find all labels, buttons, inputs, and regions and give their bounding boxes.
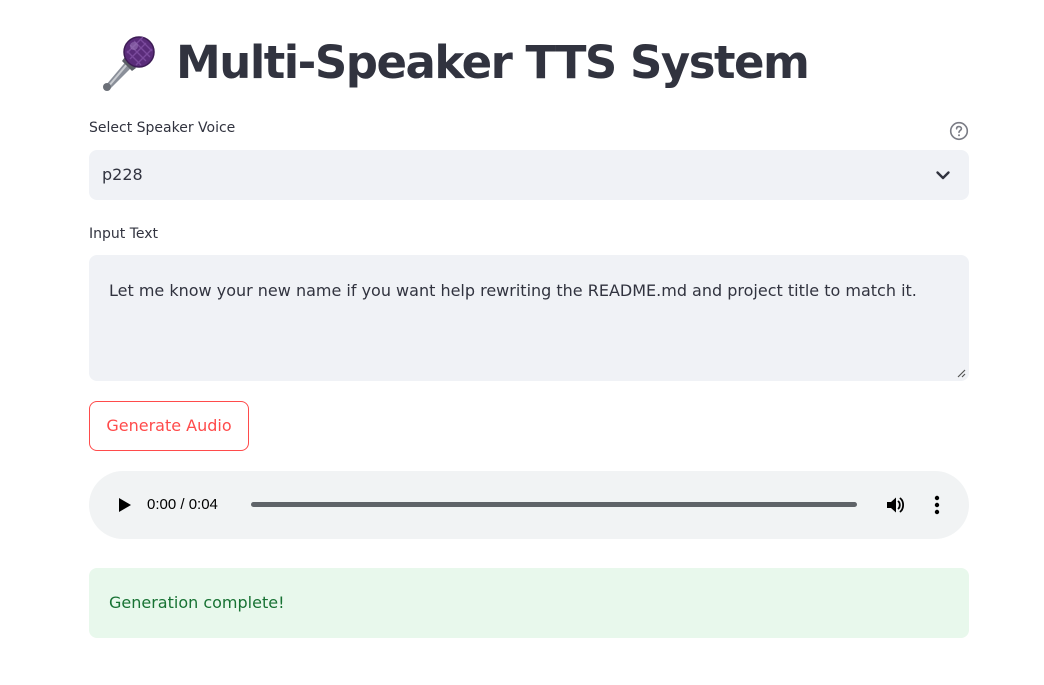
input-text-label: Input Text	[89, 226, 159, 242]
success-message: Generation complete!	[109, 593, 285, 612]
speaker-select-label: Select Speaker Voice	[89, 120, 236, 136]
more-options-icon[interactable]	[927, 494, 947, 516]
audio-progress-slider[interactable]	[251, 502, 857, 507]
page-title: Multi-Speaker TTS System	[176, 36, 810, 89]
audio-player: 0:00 / 0:04	[89, 471, 969, 539]
input-text-value: Let me know your new name if you want he…	[109, 281, 917, 300]
chevron-down-icon	[936, 171, 950, 180]
generate-audio-button[interactable]: Generate Audio	[89, 401, 249, 451]
audio-time-display: 0:00 / 0:04	[147, 496, 218, 513]
play-icon[interactable]	[114, 495, 134, 515]
question-circle-icon[interactable]	[949, 121, 969, 141]
app-page: Multi-Speaker TTS System Select Speaker …	[0, 0, 1044, 685]
microphone-icon	[103, 36, 155, 91]
volume-icon[interactable]	[885, 494, 907, 516]
title-row: Multi-Speaker TTS System	[96, 30, 810, 96]
success-alert: Generation complete!	[89, 568, 969, 638]
input-text-area[interactable]: Let me know your new name if you want he…	[89, 255, 969, 381]
speaker-select-value: p228	[102, 165, 143, 184]
resize-handle-icon[interactable]	[956, 368, 966, 378]
speaker-select[interactable]: p228	[89, 150, 969, 200]
